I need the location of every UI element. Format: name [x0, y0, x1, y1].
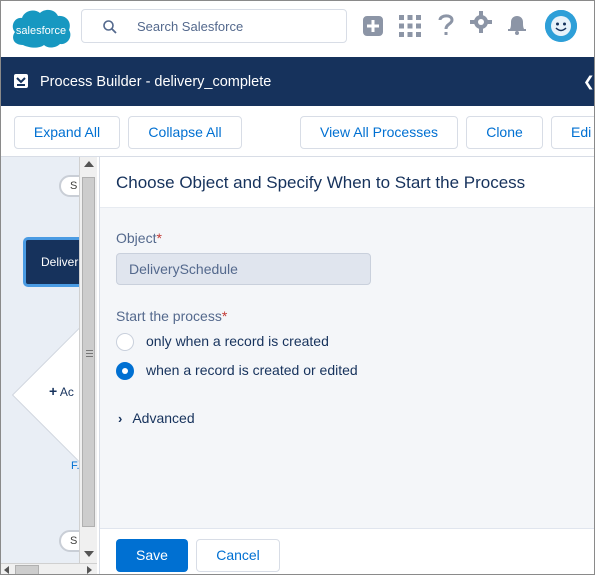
save-button[interactable]: Save [116, 539, 188, 572]
panel-title: Choose Object and Specify When to Start … [116, 173, 526, 192]
scroll-left-arrow-icon[interactable] [4, 566, 9, 574]
add-criteria-text: Ac [59, 385, 74, 399]
notifications-bell-icon[interactable] [506, 13, 528, 40]
radio-button-selected[interactable] [116, 362, 134, 380]
radio-label: when a record is created or edited [146, 362, 358, 378]
salesforce-logo[interactable]: salesforce [9, 7, 73, 49]
search-icon [102, 19, 118, 35]
scrollbar-thumb[interactable] [82, 177, 95, 527]
edit-button[interactable]: Edi [551, 116, 594, 149]
plus-icon: + [49, 383, 58, 399]
start-process-label: Start the process* [116, 308, 227, 324]
search-placeholder: Search Salesforce [137, 19, 244, 34]
panel-header: Choose Object and Specify When to Start … [100, 157, 594, 208]
add-criteria-label[interactable]: + Ac [49, 383, 74, 399]
start-process-label-text: Start the process [116, 308, 222, 324]
user-avatar[interactable] [545, 10, 577, 42]
radio-button[interactable] [116, 333, 134, 351]
radio-label: only when a record is created [146, 333, 329, 349]
canvas-vertical-scrollbar[interactable] [79, 157, 97, 565]
scroll-down-arrow-icon[interactable] [84, 551, 94, 557]
object-settings-panel: Choose Object and Specify When to Start … [99, 157, 594, 574]
object-node[interactable]: Deliver [23, 237, 81, 287]
collapse-all-button[interactable]: Collapse All [128, 116, 242, 149]
canvas-horizontal-scrollbar[interactable] [1, 563, 97, 574]
object-label: Object* [116, 230, 162, 246]
start-node[interactable]: S [59, 175, 81, 197]
panel-footer: Save Cancel [100, 528, 594, 574]
required-mark: * [221, 308, 228, 324]
view-all-processes-button[interactable]: View All Processes [300, 116, 458, 149]
global-search-input[interactable]: Search Salesforce [81, 9, 347, 43]
grip-icon [86, 350, 93, 357]
object-label-text: Object [116, 230, 157, 246]
stop-node[interactable]: S [59, 530, 81, 552]
app-window: salesforce Search Salesforce Process Bui… [0, 0, 595, 575]
horizontal-scrollbar-thumb[interactable] [15, 565, 39, 574]
cancel-button[interactable]: Cancel [196, 539, 280, 572]
clone-button[interactable]: Clone [466, 116, 543, 149]
help-icon[interactable] [437, 13, 455, 44]
panel-body: Object* DeliverySchedule Start the proce… [100, 208, 594, 528]
setup-gear-icon[interactable] [470, 11, 492, 38]
toolbar: Expand All Collapse All View All Process… [1, 106, 594, 157]
back-arrow-icon[interactable]: ❮ [583, 73, 594, 90]
expand-all-button[interactable]: Expand All [14, 116, 120, 149]
scroll-up-arrow-icon[interactable] [84, 161, 94, 167]
process-builder-icon [14, 74, 28, 88]
process-canvas[interactable]: S Deliver + Ac F. S [1, 157, 81, 565]
page-title: Process Builder - delivery_complete [40, 74, 272, 90]
advanced-label: Advanced [132, 410, 195, 426]
scroll-right-arrow-icon[interactable] [87, 566, 92, 574]
required-mark: * [156, 230, 162, 246]
global-header: salesforce Search Salesforce [1, 1, 594, 57]
logo-text: salesforce [16, 25, 66, 37]
app-launcher-icon[interactable] [399, 15, 421, 42]
chevron-right-icon: › [118, 411, 123, 426]
advanced-section-toggle[interactable]: › Advanced [118, 410, 195, 426]
add-icon[interactable] [362, 15, 384, 42]
app-title-bar: Process Builder - delivery_complete ❮ [1, 57, 594, 106]
object-field[interactable]: DeliverySchedule [116, 253, 371, 285]
